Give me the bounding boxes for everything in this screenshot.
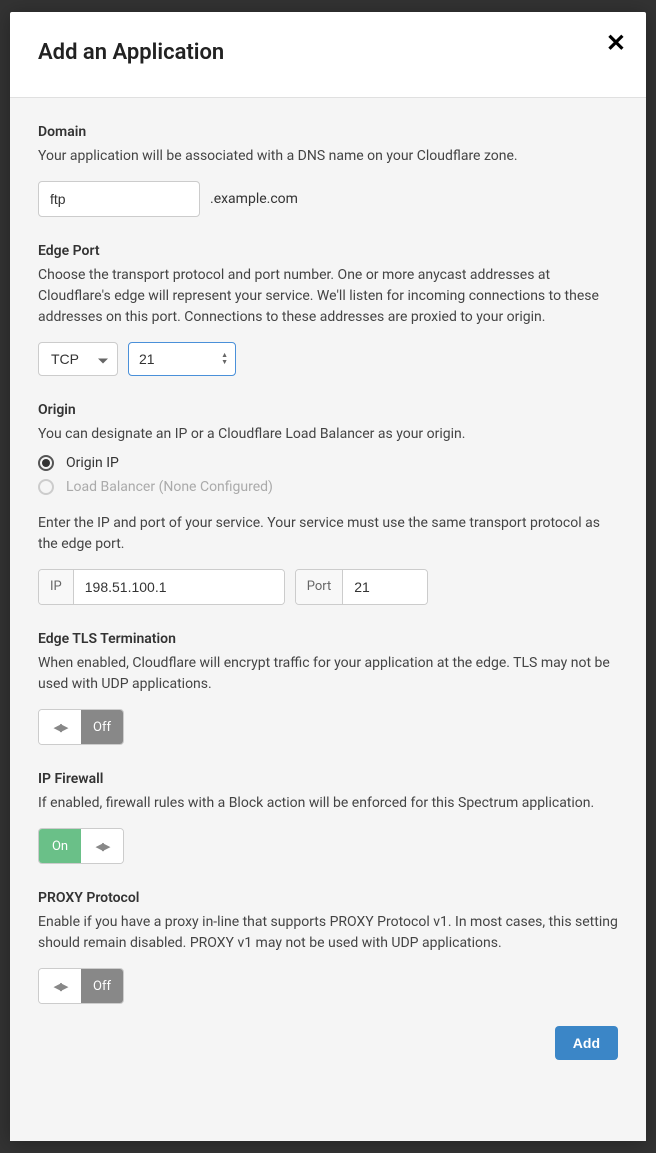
toggle-handle-icon: ◀▶ xyxy=(39,969,81,1003)
edge-tls-desc: When enabled, Cloudflare will encrypt tr… xyxy=(38,653,618,695)
edge-tls-section: Edge TLS Termination When enabled, Cloud… xyxy=(38,631,618,745)
origin-radio-group: Origin IP Load Balancer (None Configured… xyxy=(38,451,618,499)
modal-title: Add an Application xyxy=(38,40,618,65)
protocol-select[interactable]: TCP xyxy=(38,342,118,376)
edge-port-input[interactable] xyxy=(128,342,236,376)
domain-desc: Your application will be associated with… xyxy=(38,146,618,167)
close-button[interactable]: ✕ xyxy=(606,32,626,56)
edge-port-label: Edge Port xyxy=(38,243,618,259)
edge-port-section: Edge Port Choose the transport protocol … xyxy=(38,243,618,376)
radio-disabled-icon xyxy=(38,479,54,495)
edge-port-desc: Choose the transport protocol and port n… xyxy=(38,265,618,328)
protocol-select-wrap: TCP xyxy=(38,342,118,376)
ip-firewall-section: IP Firewall If enabled, firewall rules w… xyxy=(38,771,618,864)
add-application-modal: Add an Application ✕ Domain Your applica… xyxy=(10,12,646,1141)
domain-suffix: .example.com xyxy=(210,191,298,207)
port-prefix-label: Port xyxy=(296,570,344,604)
origin-port-input[interactable] xyxy=(343,570,427,604)
proxy-protocol-toggle[interactable]: ◀▶ Off xyxy=(38,968,124,1004)
origin-lb-radio-label: Load Balancer (None Configured) xyxy=(66,479,273,495)
edge-port-input-row: TCP ▲▼ xyxy=(38,342,618,376)
add-button[interactable]: Add xyxy=(555,1026,618,1060)
radio-selected-icon xyxy=(38,455,54,471)
close-icon: ✕ xyxy=(606,30,626,57)
domain-label: Domain xyxy=(38,124,618,140)
toggle-off-label: Off xyxy=(81,969,123,1003)
origin-label: Origin xyxy=(38,402,618,418)
domain-section: Domain Your application will be associat… xyxy=(38,124,618,217)
origin-ip-radio-label: Origin IP xyxy=(66,455,119,471)
domain-input-row: .example.com xyxy=(38,181,618,217)
edge-tls-label: Edge TLS Termination xyxy=(38,631,618,647)
proxy-protocol-label: PROXY Protocol xyxy=(38,890,618,906)
origin-section: Origin You can designate an IP or a Clou… xyxy=(38,402,618,605)
ip-firewall-desc: If enabled, firewall rules with a Block … xyxy=(38,793,618,814)
origin-ip-input[interactable] xyxy=(74,570,284,604)
ip-prefix-label: IP xyxy=(39,570,74,604)
toggle-off-label: Off xyxy=(81,710,123,744)
toggle-handle-icon: ◀▶ xyxy=(39,710,81,744)
proxy-protocol-section: PROXY Protocol Enable if you have a prox… xyxy=(38,890,618,1004)
proxy-protocol-desc: Enable if you have a proxy in-line that … xyxy=(38,912,618,954)
ip-firewall-label: IP Firewall xyxy=(38,771,618,787)
domain-input[interactable] xyxy=(38,181,200,217)
ip-firewall-toggle[interactable]: On ◀▶ xyxy=(38,828,124,864)
modal-footer: Add xyxy=(38,1026,618,1060)
toggle-handle-icon: ◀▶ xyxy=(81,829,123,863)
origin-desc: You can designate an IP or a Cloudflare … xyxy=(38,424,618,445)
modal-body: Domain Your application will be associat… xyxy=(10,98,646,1141)
origin-ip-radio[interactable]: Origin IP xyxy=(38,451,618,475)
origin-ip-field: IP xyxy=(38,569,285,605)
toggle-on-label: On xyxy=(39,829,81,863)
origin-lb-radio: Load Balancer (None Configured) xyxy=(38,475,618,499)
origin-input-group: IP Port xyxy=(38,569,618,605)
edge-tls-toggle[interactable]: ◀▶ Off xyxy=(38,709,124,745)
origin-desc2: Enter the IP and port of your service. Y… xyxy=(38,513,618,555)
modal-header: Add an Application ✕ xyxy=(10,12,646,98)
origin-port-field: Port xyxy=(295,569,429,605)
edge-port-input-wrap: ▲▼ xyxy=(128,342,236,376)
